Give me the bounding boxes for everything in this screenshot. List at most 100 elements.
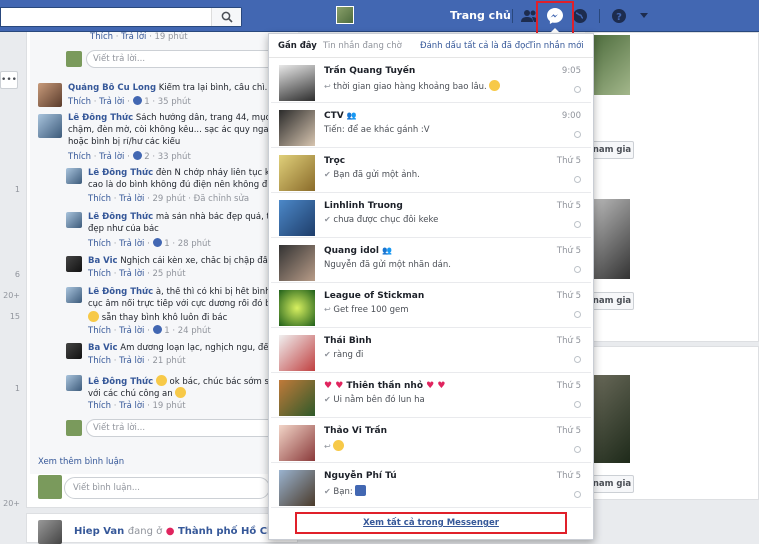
avatar [66,420,82,436]
join-group-button[interactable]: nam gia [590,475,634,493]
conversation-item[interactable]: Nguyễn Phí Tú ✔ Bạn: Thứ 5 [271,464,591,508]
conversation-item[interactable]: CTV 👥 Tiến: để ae khác gánh :V 9:00 [271,104,591,148]
comment-actions: Thích · Trả lời · 1 · 35 phút [68,96,191,107]
conversation-item[interactable]: League of Stickman ↩ Get free 100 gem Th… [271,284,591,328]
comment-author[interactable]: Lê Đông Thức [68,113,133,123]
home-link[interactable]: Trang chủ [450,9,511,22]
conversation-time: 9:00 [561,111,581,121]
read-status-dot[interactable] [574,86,581,93]
conversation-name: Thảo Vi Trần [324,426,388,436]
like-link[interactable]: Thích [88,326,111,336]
messenger-header: Gần đây Tin nhắn đang chờ Đánh dấu tất c… [269,34,593,58]
reply-input[interactable]: Viết trả lời... [86,419,296,437]
like-link[interactable]: Thích [88,401,111,411]
reply-link[interactable]: Trả lời [119,194,144,204]
comment-text-line: chậm, đèn mờ, còi không kêu... sạc ác qu… [68,125,284,135]
more-options-icon[interactable]: ••• [0,71,18,89]
reply-link[interactable]: Trả lời [119,326,144,336]
comment-author[interactable]: Lê Đông Thức [88,212,153,222]
tab-message-requests[interactable]: Tin nhắn đang chờ [323,41,402,51]
comment-body: Lê Đông Thức mà sản nhà bác đẹp quá, thí [88,212,298,223]
like-link[interactable]: Thích [88,239,111,249]
reply-link[interactable]: Trả lời [119,356,144,366]
read-status-dot[interactable] [574,221,581,228]
read-status-dot[interactable] [574,176,581,183]
tab-recent[interactable]: Gần đây [278,41,317,51]
see-all-in-messenger-link[interactable]: Xem tất cả trong Messenger [295,512,567,534]
conversation-name: Trần Quang Tuyến [324,66,416,76]
read-status-dot[interactable] [574,401,581,408]
top-navigation-bar: Trang chủ ? [0,0,759,32]
messenger-dropdown: Gần đây Tin nhắn đang chờ Đánh dấu tất c… [268,33,594,540]
reply-link[interactable]: Trả lời [121,32,146,42]
reply-link[interactable]: Trả lời [119,239,144,249]
left-count: 1 [14,185,20,194]
svg-text:?: ? [616,12,622,23]
like-link[interactable]: Thích [90,32,113,42]
conversation-item[interactable]: Thái Bình ✔ ràng đi Thứ 5 [271,329,591,373]
new-message-link[interactable]: · Tin nhắn mới [523,41,584,51]
conversation-preview: ✔ Bạn đã gửi một ảnh. [324,170,420,180]
edited-label: Đã chỉnh sửa [193,194,250,204]
like-icon [152,325,162,334]
like-link[interactable]: Thích [68,152,91,162]
comment-author[interactable]: Quảng Bố Cu Long [68,83,156,93]
search-input[interactable] [0,7,242,27]
reply-link[interactable]: Trả lời [99,97,124,107]
conversation-item[interactable]: Trọc ✔ Bạn đã gửi một ảnh. Thứ 5 [271,149,591,193]
join-group-button[interactable]: nam gia [590,141,634,159]
conversation-time: Thứ 5 [556,381,581,391]
conversation-item[interactable]: Quang idol 👥 Nguyễn đã gửi một nhãn dán.… [271,239,591,283]
check-icon: ✔ [324,487,331,496]
read-status-dot[interactable] [574,131,581,138]
like-link[interactable]: Thích [88,194,111,204]
conversation-item[interactable]: ♥ ♥ Thiên thần nhỏ ♥ ♥ ✔ Ui nằm bên đó l… [271,374,591,418]
like-link[interactable]: Thích [88,269,111,279]
post-author[interactable]: Hiep Van [74,526,124,537]
conversation-time: Thứ 5 [556,291,581,301]
write-comment-input[interactable]: Viết bình luận... [64,477,270,499]
comment-text-line: với các chú công an [88,387,298,400]
read-status-dot[interactable] [574,311,581,318]
reply-arrow-icon: ↩ [324,442,331,451]
comment-time: 29 phút [152,194,186,204]
read-status-dot[interactable] [574,491,581,498]
conversation-item[interactable]: Trần Quang Tuyến ↩ thời gian giao hàng k… [271,59,591,103]
comment-author[interactable]: Lê Đông Thức [88,287,153,297]
read-status-dot[interactable] [574,266,581,273]
reply-link[interactable]: Trả lời [119,401,144,411]
comment-actions: Thích · Trả lời · 2 · 33 phút [68,151,191,162]
comment-author[interactable]: Ba Vic [88,256,118,266]
comment-author[interactable]: Lê Đông Thức [88,168,153,178]
comment-author[interactable]: Lê Đông Thức [88,377,153,387]
comment-text: với các chú công an [88,389,173,399]
comment-author[interactable]: Ba Vic [88,343,118,353]
avatar [279,200,315,236]
left-count: 1 [14,384,20,393]
search-button[interactable] [211,8,241,26]
profile-avatar[interactable] [336,6,354,24]
mark-all-read-link[interactable]: Đánh dấu tất cả là đã đọc [420,41,530,51]
reply-input[interactable]: Viết trả lời... [86,50,296,68]
conversation-preview: ↩ thời gian giao hàng khoảng bao lâu. [324,80,501,92]
read-status-dot[interactable] [574,356,581,363]
location-pin-icon: ● [165,526,175,537]
reply-link[interactable]: Trả lời [99,152,124,162]
join-group-button[interactable]: nam gia [590,292,634,310]
like-link[interactable]: Thích [68,97,91,107]
comment-text: Sách hướng dẫn, trang 44, mục 2 [135,113,279,123]
laughing-emoji-icon [175,387,187,398]
conversation-item[interactable]: Thảo Vi Trần ↩ Thứ 5 [271,419,591,463]
help-icon[interactable]: ? [609,6,629,26]
reply-arrow-icon: ↩ [324,305,331,314]
like-link[interactable]: Thích [88,356,111,366]
read-status-dot[interactable] [574,446,581,453]
comment-text: ok bác, chúc bác sớm sữ [169,377,275,387]
see-more-comments-link[interactable]: Xem thêm bình luận [38,457,124,467]
reply-link[interactable]: Trả lời [119,269,144,279]
conversation-preview: ✔ Bạn: [324,485,367,497]
conversation-item[interactable]: Linhlinh Truong ✔ chưa được chục đôi kek… [271,194,591,238]
avatar [38,475,62,499]
comments-section: Thích · Trả lời · 19 phút Viết trả lời..… [30,32,298,474]
account-menu-chevron-down-icon[interactable] [634,6,654,26]
